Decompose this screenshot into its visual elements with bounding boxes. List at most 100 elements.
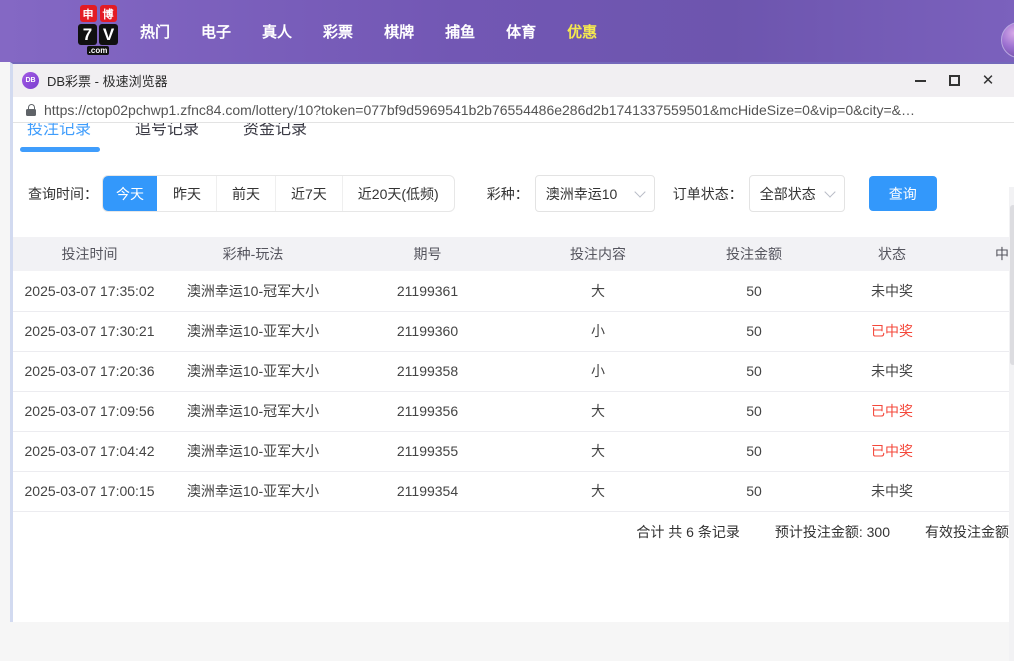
cell-bet-time: 2025-03-07 17:09:56: [13, 391, 166, 431]
cell-issue: 21199358: [340, 351, 515, 391]
cell-bet-time: 2025-03-07 17:04:42: [13, 431, 166, 471]
search-button[interactable]: 查询: [869, 176, 937, 211]
nav-item-热门[interactable]: 热门: [140, 21, 170, 42]
cell-issue: 21199361: [340, 271, 515, 311]
nav-item-体育[interactable]: 体育: [506, 21, 536, 42]
table-row: 2025-03-07 17:09:56澳洲幸运10-冠军大小21199356大5…: [13, 391, 1014, 431]
column-header-中: 中: [957, 237, 1014, 271]
time-option-近20天(低频)[interactable]: 近20天(低频): [342, 176, 454, 211]
column-header-投注时间: 投注时间: [13, 237, 166, 271]
minimize-button[interactable]: [903, 64, 937, 97]
cell-win-amount: [957, 391, 1014, 431]
logo-badge-shen: 申: [80, 5, 97, 22]
time-option-近7天[interactable]: 近7天: [275, 176, 342, 211]
time-option-前天[interactable]: 前天: [216, 176, 275, 211]
site-header: 申 博 7 V .com 热门 电子 真人 彩票 棋牌 捕鱼 体育 优惠: [0, 0, 1014, 62]
cell-amount: 50: [681, 391, 827, 431]
cell-status: 已中奖: [827, 311, 957, 351]
tab-投注记录[interactable]: 投注记录: [27, 123, 91, 145]
filter-bar: 查询时间： 今天昨天前天近7天近20天(低频) 彩种： 澳洲幸运10 订单状态：…: [13, 175, 1014, 212]
chevron-down-icon: [634, 186, 645, 197]
logo-char-7: 7: [78, 24, 97, 45]
cell-issue: 21199355: [340, 431, 515, 471]
lottery-select-value: 澳洲幸运10: [546, 184, 618, 204]
scrollbar-thumb[interactable]: [1010, 205, 1014, 365]
cell-issue: 21199356: [340, 391, 515, 431]
time-filter-group: 今天昨天前天近7天近20天(低频): [102, 175, 455, 212]
cell-win-amount: [957, 271, 1014, 311]
page-scrollbar[interactable]: [1009, 187, 1014, 661]
cell-game: 澳洲幸运10-冠军大小: [166, 391, 340, 431]
url-text: https://ctop02pchwp1.zfnc84.com/lottery/…: [44, 102, 915, 118]
summary-valid-amount: 有效投注金额: [925, 522, 1009, 542]
lock-icon: [26, 104, 36, 116]
nav-item-彩票[interactable]: 彩票: [323, 21, 353, 42]
cell-game: 澳洲幸运10-亚军大小: [166, 311, 340, 351]
nav-item-电子[interactable]: 电子: [201, 21, 231, 42]
site-logo[interactable]: 申 博 7 V .com: [75, 5, 121, 55]
cell-bet-time: 2025-03-07 17:20:36: [13, 351, 166, 391]
table-row: 2025-03-07 17:00:15澳洲幸运10-亚军大小21199354大5…: [13, 471, 1014, 511]
tab-资金记录[interactable]: 资金记录: [243, 123, 307, 145]
cell-content: 大: [515, 271, 681, 311]
cell-status: 已中奖: [827, 391, 957, 431]
time-option-今天[interactable]: 今天: [103, 176, 157, 211]
status-select[interactable]: 全部状态: [749, 175, 845, 212]
close-icon: ✕: [982, 73, 995, 88]
cell-status: 未中奖: [827, 271, 957, 311]
cell-amount: 50: [681, 271, 827, 311]
nav-item-捕鱼[interactable]: 捕鱼: [445, 21, 475, 42]
cell-amount: 50: [681, 471, 827, 511]
minimize-icon: [915, 80, 926, 82]
logo-badges: 申 博: [80, 5, 117, 22]
cell-amount: 50: [681, 311, 827, 351]
table-row: 2025-03-07 17:35:02澳洲幸运10-冠军大小21199361大5…: [13, 271, 1014, 311]
logo-badge-bo: 博: [100, 5, 117, 22]
cell-issue: 21199354: [340, 471, 515, 511]
cell-game: 澳洲幸运10-亚军大小: [166, 351, 340, 391]
address-bar[interactable]: https://ctop02pchwp1.zfnc84.com/lottery/…: [13, 97, 1014, 123]
cell-bet-time: 2025-03-07 17:00:15: [13, 471, 166, 511]
bet-records-table: 投注时间彩种-玩法期号投注内容投注金额状态中 2025-03-07 17:35:…: [13, 237, 1014, 512]
column-header-投注内容: 投注内容: [515, 237, 681, 271]
cell-win-amount: [957, 311, 1014, 351]
db-favicon-icon: DB: [22, 72, 39, 89]
top-nav-menu: 热门 电子 真人 彩票 棋牌 捕鱼 体育 优惠: [140, 0, 597, 62]
table-body: 2025-03-07 17:35:02澳洲幸运10-冠军大小21199361大5…: [13, 271, 1014, 511]
summary-expected-amount: 预计投注金额: 300: [775, 522, 890, 542]
cell-bet-time: 2025-03-07 17:35:02: [13, 271, 166, 311]
nav-item-棋牌[interactable]: 棋牌: [384, 21, 414, 42]
time-option-昨天[interactable]: 昨天: [157, 176, 216, 211]
cell-game: 澳洲幸运10-冠军大小: [166, 271, 340, 311]
cell-content: 大: [515, 391, 681, 431]
lottery-filter-label: 彩种：: [487, 184, 529, 204]
cell-win-amount: [957, 471, 1014, 511]
cell-game: 澳洲幸运10-亚军大小: [166, 431, 340, 471]
close-button[interactable]: ✕: [971, 64, 1005, 97]
table-row: 2025-03-07 17:04:42澳洲幸运10-亚军大小21199355大5…: [13, 431, 1014, 471]
cell-content: 小: [515, 351, 681, 391]
window-controls: ✕: [903, 64, 1005, 97]
maximize-button[interactable]: [937, 64, 971, 97]
page-content: 投注记录 追号记录 资金记录 查询时间： 今天昨天前天近7天近20天(低频) 彩种：…: [13, 123, 1014, 621]
user-avatar[interactable]: [1001, 22, 1014, 58]
record-tabs: 投注记录 追号记录 资金记录: [13, 123, 1014, 154]
table-row: 2025-03-07 17:30:21澳洲幸运10-亚军大小21199360小5…: [13, 311, 1014, 351]
tab-追号记录[interactable]: 追号记录: [135, 123, 199, 145]
active-tab-underline: [20, 147, 100, 152]
nav-item-优惠[interactable]: 优惠: [567, 21, 597, 42]
column-header-状态: 状态: [827, 237, 957, 271]
cell-amount: 50: [681, 431, 827, 471]
status-select-value: 全部状态: [760, 184, 816, 204]
cell-game: 澳洲幸运10-亚军大小: [166, 471, 340, 511]
maximize-icon: [949, 75, 960, 86]
summary-total: 合计 共 6 条记录: [636, 522, 739, 542]
logo-char-v: V: [99, 24, 118, 45]
nav-item-真人[interactable]: 真人: [262, 21, 292, 42]
window-titlebar: DB DB彩票 - 极速浏览器 ✕: [13, 64, 1014, 97]
column-header-期号: 期号: [340, 237, 515, 271]
cell-bet-time: 2025-03-07 17:30:21: [13, 311, 166, 351]
cell-content: 小: [515, 311, 681, 351]
lottery-select[interactable]: 澳洲幸运10: [535, 175, 655, 212]
cell-status: 未中奖: [827, 471, 957, 511]
